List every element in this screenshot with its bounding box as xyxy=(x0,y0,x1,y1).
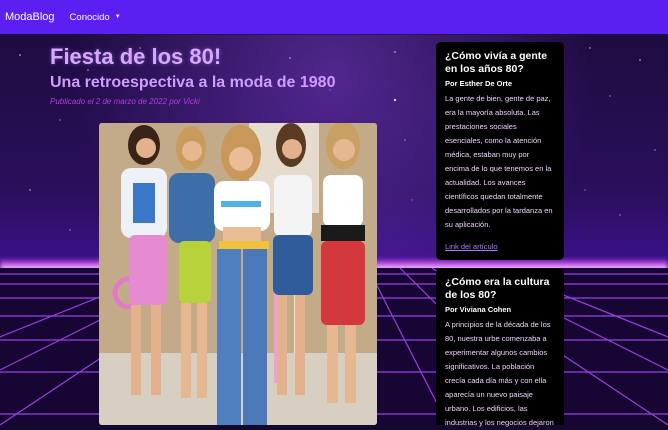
card-author: Por Viviana Cohen xyxy=(445,305,512,314)
card-author: Por Esther De Orte xyxy=(445,79,513,88)
card-title: ¿Cómo era la cultura de los 80? xyxy=(445,276,550,301)
top-navbar: ModaBlog Conocido ▼ xyxy=(0,0,668,34)
card-body: A principios de la década de los 80, nue… xyxy=(445,320,554,427)
nav-dropdown[interactable]: Conocido ▼ xyxy=(70,12,121,23)
article-photo xyxy=(99,123,377,425)
sidebar-card: ¿Cómo vivía a gente en los años 80? Por … xyxy=(436,42,564,260)
card-body: La gente de bien, gente de paz, era la m… xyxy=(445,94,553,229)
card-title: ¿Cómo vivía a gente en los años 80? xyxy=(445,50,548,75)
photo-illustration xyxy=(99,123,377,425)
article-link[interactable]: Link del artículo xyxy=(445,242,555,251)
article-title: Fiesta de los 80! xyxy=(50,44,222,69)
article-meta: Publicado el 2 de marzo de 2022 por Vick… xyxy=(50,97,200,106)
article-subtitle: Una retroespectiva a la moda de 1980 xyxy=(50,74,336,91)
nav-dropdown-label: Conocido xyxy=(69,11,110,23)
sidebar-card: ¿Cómo era la cultura de los 80? Por Vivi… xyxy=(436,268,564,427)
brand-logo[interactable]: ModaBlog xyxy=(5,11,55,23)
chevron-down-icon: ▼ xyxy=(114,14,121,20)
